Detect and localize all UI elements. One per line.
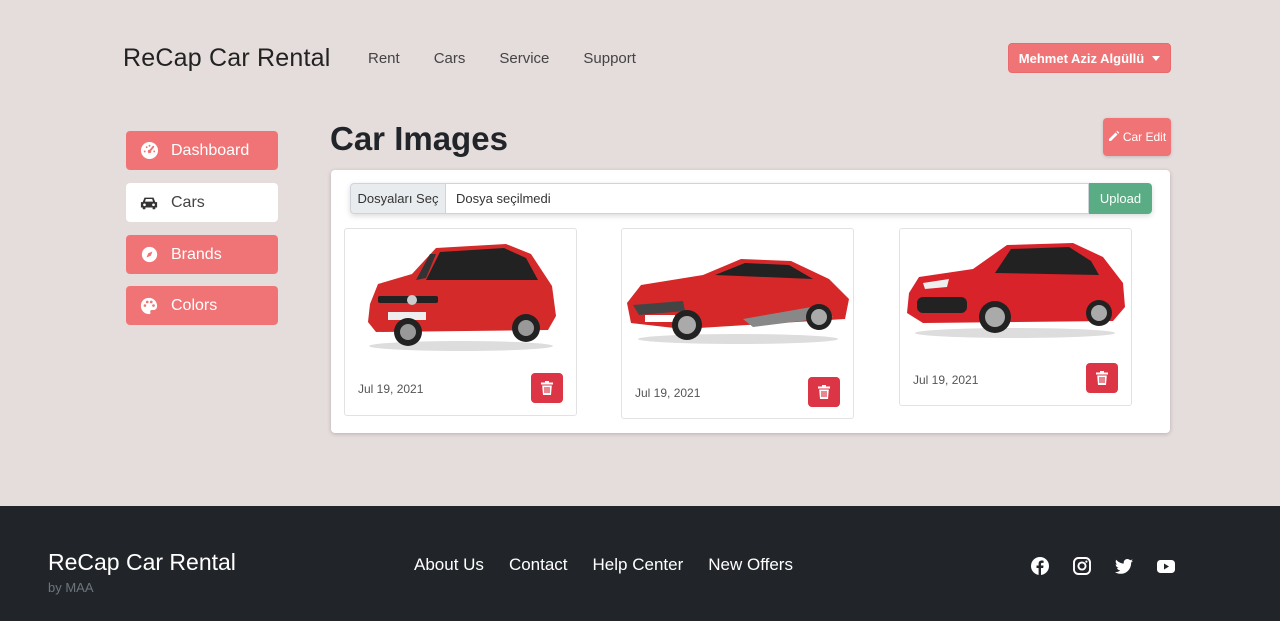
user-name: Mehmet Aziz Algüllü [1018, 50, 1145, 66]
footer-link-about[interactable]: About Us [414, 555, 484, 575]
card-date: Jul 19, 2021 [635, 386, 701, 400]
page-title: Car Images [330, 120, 508, 157]
sidebar-item-label: Colors [171, 296, 218, 314]
delete-button[interactable] [808, 377, 840, 407]
car-image-card: Jul 19, 2021 [621, 228, 854, 419]
sidebar-item-dashboard[interactable]: Dashboard [126, 131, 278, 170]
car-image [622, 229, 853, 359]
upload-button[interactable]: Upload [1089, 183, 1152, 214]
top-nav: Rent Cars Service Support [368, 50, 636, 67]
social-links [1031, 557, 1175, 575]
sidebar-item-brands[interactable]: Brands [126, 235, 278, 274]
sidebar-item-label: Dashboard [171, 141, 250, 159]
nav-support[interactable]: Support [583, 50, 636, 67]
nav-cars[interactable]: Cars [434, 50, 466, 67]
car-icon [139, 193, 159, 213]
car-image-card: Jul 19, 2021 [899, 228, 1132, 406]
nav-rent[interactable]: Rent [368, 50, 400, 67]
palette-icon [139, 296, 159, 316]
twitter-icon[interactable] [1115, 557, 1133, 575]
dashboard-gauge-icon [139, 141, 159, 161]
sidebar-item-label: Brands [171, 245, 222, 263]
sidebar-item-colors[interactable]: Colors [126, 286, 278, 325]
car-image [345, 229, 576, 359]
caret-down-icon [1152, 55, 1161, 61]
user-menu-button[interactable]: Mehmet Aziz Algüllü [1008, 43, 1171, 73]
facebook-icon[interactable] [1031, 557, 1049, 575]
car-edit-label: Car Edit [1122, 130, 1167, 144]
nav-service[interactable]: Service [499, 50, 549, 67]
pencil-icon [1108, 130, 1120, 145]
footer-byline: by MAA [48, 580, 94, 595]
trash-icon [541, 381, 553, 395]
footer-links: About Us Contact Help Center New Offers [414, 555, 793, 575]
car-image-card: Jul 19, 2021 [344, 228, 577, 416]
footer-link-help[interactable]: Help Center [593, 555, 684, 575]
footer-link-offers[interactable]: New Offers [708, 555, 793, 575]
instagram-icon[interactable] [1073, 557, 1091, 575]
brand-logo-text[interactable]: ReCap Car Rental [123, 44, 330, 73]
footer-brand[interactable]: ReCap Car Rental [48, 549, 236, 576]
card-date: Jul 19, 2021 [358, 382, 424, 396]
file-upload-group: Dosyaları Seç Dosya seçilmedi Upload [350, 183, 1152, 214]
delete-button[interactable] [1086, 363, 1118, 393]
file-status-text[interactable]: Dosya seçilmedi [446, 183, 1089, 214]
car-edit-button[interactable]: Car Edit [1103, 118, 1171, 156]
footer-link-contact[interactable]: Contact [509, 555, 568, 575]
youtube-icon[interactable] [1157, 557, 1175, 575]
delete-button[interactable] [531, 373, 563, 403]
car-image [900, 229, 1131, 344]
sidebar-item-cars[interactable]: Cars [126, 183, 278, 222]
trash-icon [1096, 371, 1108, 385]
card-date: Jul 19, 2021 [913, 373, 979, 387]
sidebar-item-label: Cars [171, 193, 205, 211]
trash-icon [818, 385, 830, 399]
compass-icon [139, 245, 159, 265]
choose-files-button[interactable]: Dosyaları Seç [350, 183, 446, 214]
